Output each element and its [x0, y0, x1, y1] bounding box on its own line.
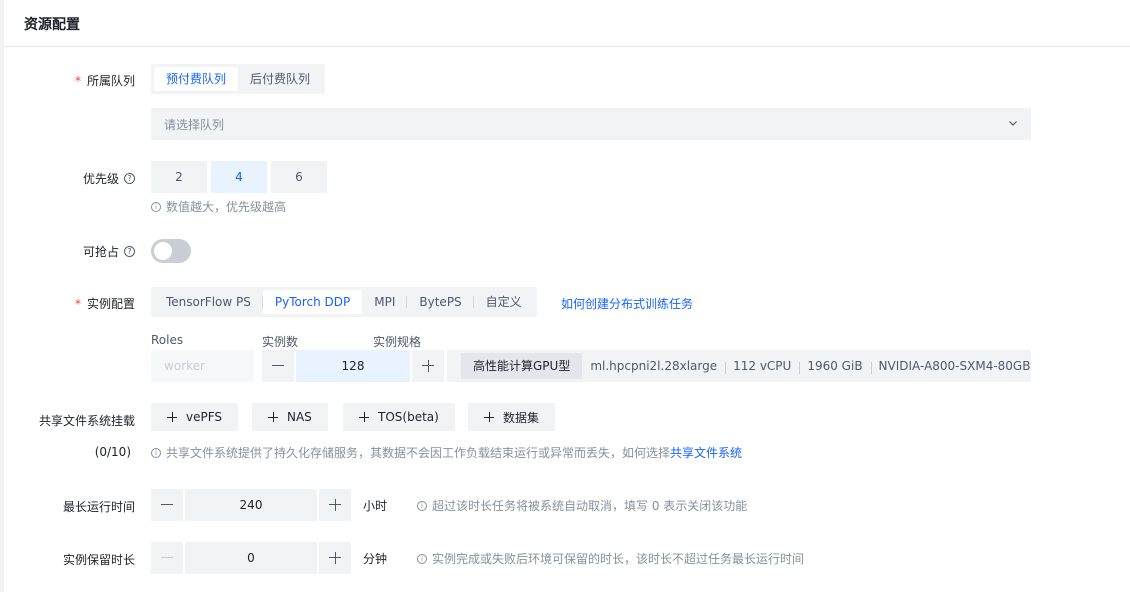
increment-button[interactable] — [319, 489, 351, 521]
priority-label-text: 优先级 — [82, 172, 119, 186]
spec-column-header: 实例规格 — [373, 335, 422, 349]
spec-model: ml.hpcpni2l.28xlarge — [590, 359, 718, 373]
queue-label: * 所属队列 — [75, 72, 135, 89]
button-label: TOS(beta) — [378, 410, 439, 424]
title-divider — [4, 46, 1130, 47]
spec-cpu: 112 vCPU — [725, 359, 799, 374]
tab-pytorch-ddp[interactable]: PyTorch DDP — [262, 290, 363, 314]
info-icon: i — [417, 500, 427, 511]
framework-tabs: TensorFlow PS PyTorch DDP MPI BytePS 自定义 — [151, 287, 537, 317]
role-field: worker — [151, 350, 254, 382]
shared-fs-hint-text: 共享文件系统提供了持久化存储服务，其数据不会因工作负载结束运行或异常而丢失，如何… — [166, 446, 671, 460]
queue-type-tabs: 预付费队列 后付费队列 — [151, 64, 326, 94]
section-title: 资源配置 — [24, 17, 80, 33]
decrement-button[interactable] — [262, 350, 294, 382]
max-runtime-hint-text: 超过该时长任务将被系统自动取消，填写 0 表示关闭该功能 — [432, 499, 748, 513]
add-vepfs-button[interactable]: vePFS — [151, 403, 239, 431]
info-icon: i — [151, 201, 161, 212]
max-runtime-input[interactable]: 240 — [185, 489, 317, 521]
max-runtime-hint: i 超过该时长任务将被系统自动取消，填写 0 表示关闭该功能 — [417, 497, 747, 514]
resource-config-panel: 资源配置 * 所属队列 预付费队列 后付费队列 请选择队列 优先级 ? 2 4 … — [4, 0, 1130, 592]
plus-icon — [484, 412, 494, 422]
queue-select[interactable]: 请选择队列 — [151, 108, 1031, 140]
max-runtime-unit: 小时 — [363, 499, 388, 513]
roles-column-header: Roles — [151, 333, 184, 347]
priority-option-4[interactable]: 4 — [211, 161, 267, 193]
shared-fs-help-link[interactable]: 共享文件系统 — [670, 444, 742, 461]
tab-custom[interactable]: 自定义 — [474, 290, 534, 314]
instance-config-label-text: 实例配置 — [86, 297, 135, 311]
spec-memory: 1960 GiB — [799, 359, 870, 374]
info-icon: i — [417, 553, 427, 564]
required-mark: * — [74, 296, 81, 311]
button-label: 数据集 — [503, 410, 540, 425]
retention-label: 实例保留时长 — [62, 553, 135, 567]
shared-fs-label: 共享文件系统挂载 — [38, 414, 135, 428]
info-icon: i — [151, 447, 161, 458]
tab-postpaid-queue[interactable]: 后付费队列 — [238, 67, 322, 91]
preemptible-label-text: 可抢占 — [82, 245, 119, 259]
required-mark: * — [74, 73, 81, 88]
tab-label: BytePS — [419, 295, 462, 309]
increment-button[interactable] — [412, 350, 444, 382]
instance-config-label: * 实例配置 — [75, 295, 135, 312]
spec-gpu: NVIDIA-A800-SXM4-80GB*8 — [870, 359, 1031, 374]
tab-label: MPI — [374, 295, 396, 309]
instance-count-input[interactable]: 128 — [296, 350, 410, 382]
count-column-header: 实例数 — [262, 335, 299, 349]
button-label: NAS — [287, 410, 312, 424]
increment-button[interactable] — [319, 542, 351, 574]
chevron-down-icon — [1009, 121, 1017, 126]
retention-stepper: 0 — [151, 542, 351, 574]
plus-icon — [167, 412, 177, 422]
plus-icon — [359, 412, 369, 422]
add-tos-button[interactable]: TOS(beta) — [343, 403, 455, 431]
tab-mpi[interactable]: MPI — [362, 290, 408, 314]
shared-fs-count: (0/10) — [94, 445, 131, 459]
add-dataset-button[interactable]: 数据集 — [468, 403, 556, 431]
decrement-button[interactable] — [151, 542, 183, 574]
retention-hint: i 实例完成或失败后环境可保留的时长，该时长不超过任务最长运行时间 — [417, 550, 804, 567]
plus-icon — [268, 412, 278, 422]
priority-option-2[interactable]: 2 — [151, 161, 207, 193]
max-runtime-stepper: 240 — [151, 489, 351, 521]
tab-tensorflow-ps[interactable]: TensorFlow PS — [154, 290, 263, 314]
priority-option-6[interactable]: 6 — [271, 161, 327, 193]
decrement-button[interactable] — [151, 489, 183, 521]
shared-fs-hint: i 共享文件系统提供了持久化存储服务，其数据不会因工作负载结束运行或异常而丢失，… — [151, 444, 742, 461]
add-nas-button[interactable]: NAS — [252, 403, 328, 431]
max-runtime-label: 最长运行时间 — [62, 500, 135, 514]
priority-hint-text: 数值越大，优先级越高 — [166, 200, 287, 214]
priority-label: 优先级 ? — [83, 170, 135, 187]
tab-byteps[interactable]: BytePS — [407, 290, 474, 314]
question-icon[interactable]: ? — [124, 173, 135, 184]
instance-spec-select[interactable]: 高性能计算GPU型 ml.hpcpni2l.28xlarge 112 vCPU … — [447, 350, 1031, 382]
queue-label-text: 所属队列 — [86, 74, 135, 88]
tab-prepaid-queue[interactable]: 预付费队列 — [154, 67, 239, 91]
priority-hint: i 数值越大，优先级越高 — [151, 198, 286, 215]
preemptible-toggle[interactable] — [151, 239, 191, 263]
distributed-training-help-link[interactable]: 如何创建分布式训练任务 — [561, 295, 693, 312]
spec-type-tag: 高性能计算GPU型 — [461, 353, 583, 379]
retention-unit: 分钟 — [363, 552, 388, 566]
queue-select-placeholder: 请选择队列 — [164, 118, 225, 132]
retention-hint-text: 实例完成或失败后环境可保留的时长，该时长不超过任务最长运行时间 — [432, 552, 805, 566]
preemptible-label: 可抢占 ? — [83, 243, 135, 260]
retention-input[interactable]: 0 — [185, 542, 317, 574]
button-label: vePFS — [186, 410, 223, 424]
toggle-knob — [154, 242, 172, 260]
tab-label: TensorFlow PS — [166, 295, 251, 309]
question-icon[interactable]: ? — [124, 246, 135, 257]
instance-count-stepper: 128 — [262, 350, 444, 382]
